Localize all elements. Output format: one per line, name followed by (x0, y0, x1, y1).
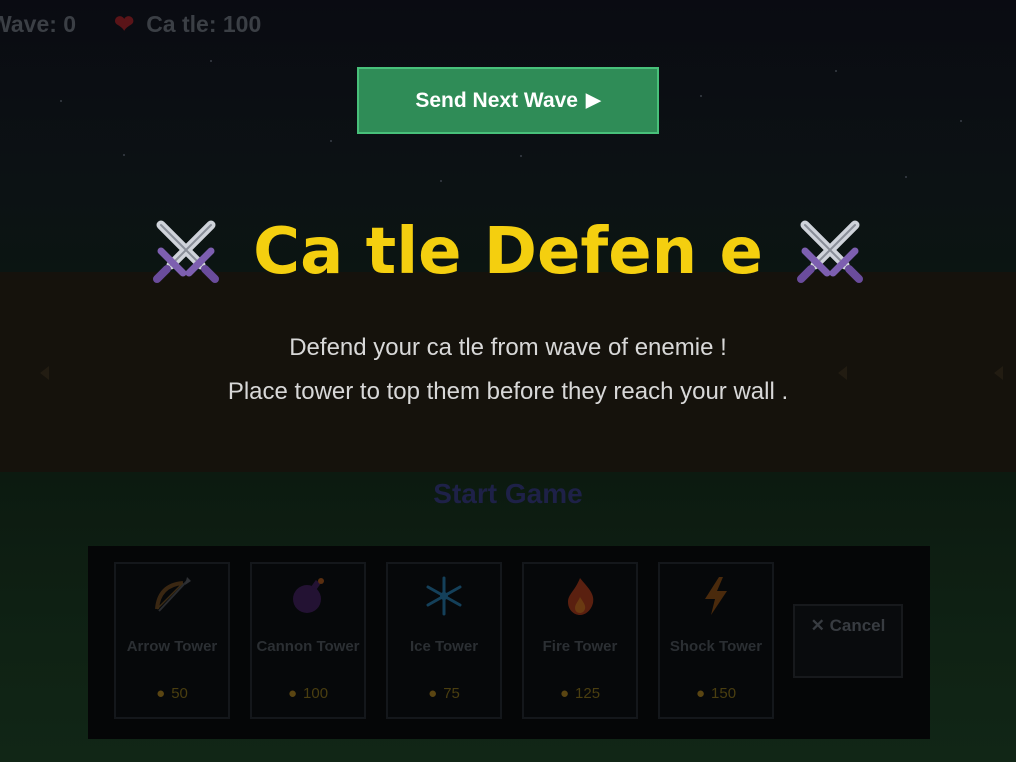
tower-cost: ● 50 (156, 685, 188, 702)
tower-name: Shock Tower (669, 638, 763, 655)
money-bag-icon: ● (156, 685, 166, 702)
intro-text-line-1: Defend your ca tle from wave of enemie ! (289, 334, 727, 361)
enemy-path (0, 272, 1016, 472)
play-icon: ▶ (585, 90, 601, 111)
tower-name: Ice Tower (409, 638, 479, 655)
crossed-swords-icon (796, 220, 863, 283)
tower-cost: ● 75 (428, 685, 460, 702)
castle-health: Ca tle: 100 (146, 11, 262, 37)
start-game-button[interactable]: Start Game (0, 478, 1016, 510)
crossed-swords-icon (153, 220, 220, 283)
send-next-wave-button[interactable]: Send Next Wave ▶ (357, 67, 659, 134)
tower-card-fire[interactable]: Fire Tower ● 125 (522, 562, 638, 719)
game-stage[interactable]: Wave: 0 ❤ Ca tle: 100 Send Next Wave ▶ C… (0, 0, 1016, 762)
wave-counter: Wave: 0 (0, 11, 77, 37)
send-next-wave-label: Send Next Wave (415, 88, 578, 112)
bomb-icon (293, 578, 324, 613)
game-title: Ca tle Defen e (253, 215, 763, 289)
tower-name: Cannon Tower (256, 638, 360, 655)
tower-cost: ● 150 (695, 685, 737, 702)
money-bag-icon: ● (287, 685, 298, 702)
money-bag-icon: ● (428, 685, 438, 702)
money-bag-icon: ● (559, 685, 570, 702)
tower-card-shock[interactable]: Shock Tower ● 150 (658, 562, 774, 719)
tower-name: Fire Tower (542, 638, 618, 655)
snowflake-icon (426, 576, 462, 616)
tower-card-ice[interactable]: Ice Tower ● 75 (386, 562, 502, 719)
tower-cost: ● 100 (287, 685, 329, 702)
tower-card-cannon[interactable]: Cannon Tower ● 100 (250, 562, 366, 719)
intro-text-line-2: Place tower to top them before they reac… (227, 378, 789, 405)
bow-arrow-icon (155, 577, 191, 612)
tower-card-arrow[interactable]: Arrow Tower ● 50 (114, 562, 230, 719)
money-bag-icon: ● (695, 685, 706, 702)
cancel-button[interactable]: ✕ Cancel (793, 604, 903, 678)
tower-selection-bar: Arrow Tower ● 50 Cannon Tower ● 100 Ice … (88, 546, 930, 739)
heart-icon: ❤ (114, 11, 135, 38)
lightning-icon (705, 577, 727, 615)
title-row: Ca tle Defen e (0, 210, 1016, 294)
tower-name: Arrow Tower (126, 638, 218, 655)
hud: Wave: 0 ❤ Ca tle: 100 (0, 10, 261, 39)
fire-icon (568, 578, 594, 615)
tower-cost: ● 125 (559, 685, 601, 702)
